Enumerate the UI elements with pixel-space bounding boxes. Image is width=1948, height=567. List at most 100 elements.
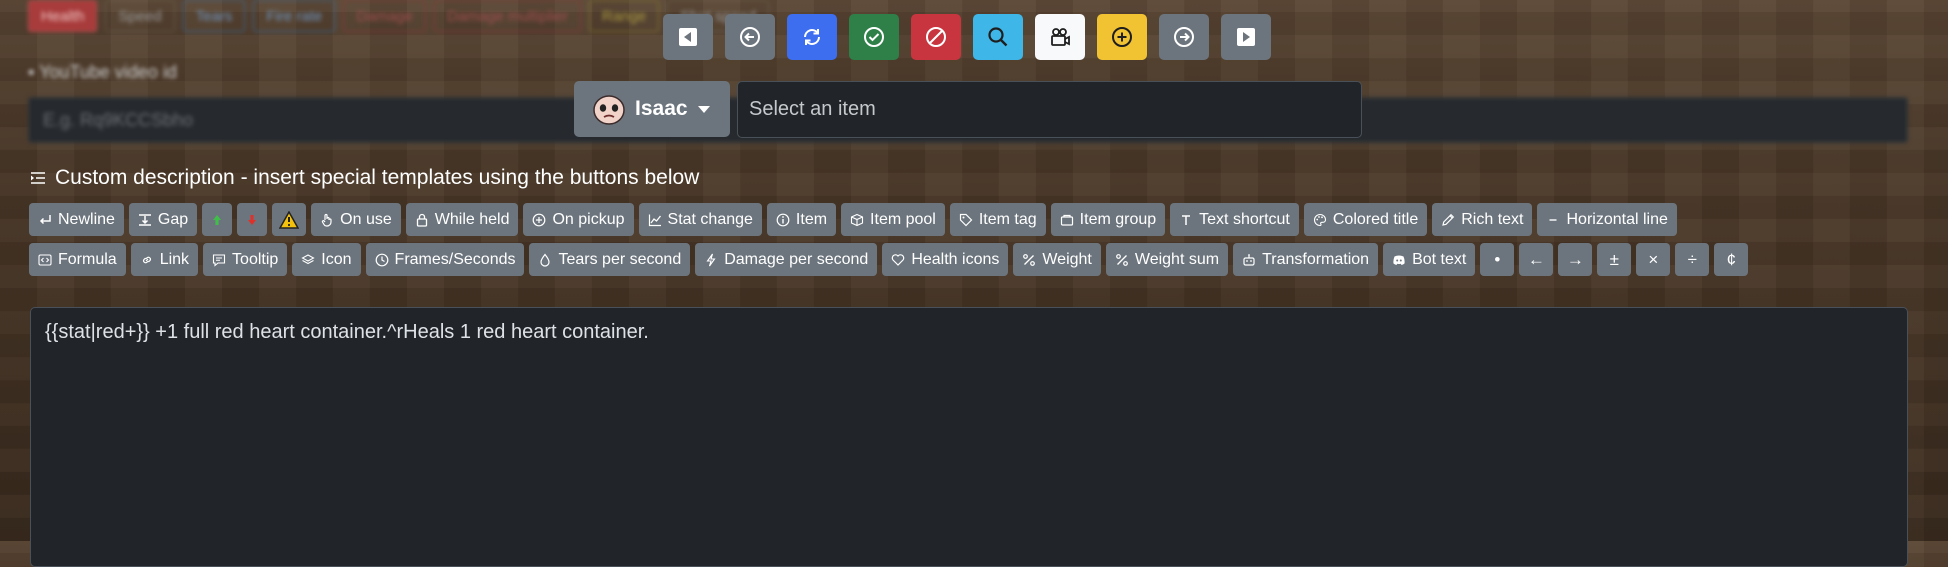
gap-icon — [138, 213, 152, 227]
formula-label: Formula — [58, 250, 117, 268]
item-group-button[interactable]: Item group — [1050, 203, 1166, 236]
youtube-placeholder: E.g. Rq9KCCSbho — [43, 109, 194, 130]
stat-down-button[interactable] — [237, 203, 268, 236]
rich-text-label: Rich text — [1461, 210, 1524, 228]
newline-button[interactable]: Newline — [29, 203, 124, 236]
search-button[interactable] — [973, 14, 1023, 60]
stat-change-label: Stat change — [667, 210, 753, 228]
search-icon — [988, 27, 1008, 47]
last-item-button[interactable] — [1221, 14, 1271, 60]
bot-text-label: Bot text — [1412, 250, 1467, 268]
info-icon — [776, 213, 790, 227]
item-select-input[interactable]: Select an item — [737, 81, 1362, 138]
previous-item-button[interactable] — [725, 14, 775, 60]
heart-icon — [891, 253, 905, 267]
rich-text-button[interactable]: Rich text — [1432, 203, 1533, 236]
item-label: Item — [795, 210, 828, 228]
t-icon — [1179, 213, 1193, 227]
skip-back-icon — [679, 28, 697, 46]
bullet-symbol-button[interactable]: • — [1480, 243, 1515, 276]
first-item-button[interactable] — [663, 14, 713, 60]
item-pool-button[interactable]: Item pool — [841, 203, 945, 236]
tooltip-button[interactable]: Tooltip — [203, 243, 288, 276]
discord-icon — [1392, 253, 1406, 267]
youtube-label-text: YouTube video id — [39, 62, 177, 82]
arrow-left-circle-icon — [740, 27, 760, 47]
bg-tag: Damage multiplier — [433, 0, 581, 32]
weight-sum-label: Weight sum — [1134, 250, 1220, 268]
palette-icon — [1313, 213, 1327, 227]
bg-tag: Speed — [105, 0, 175, 32]
description-textarea[interactable]: {{stat|red+}} +1 full red heart containe… — [30, 307, 1908, 567]
health-icons-button[interactable]: Health icons — [882, 243, 1009, 276]
weight-sum-button[interactable]: Weight sum — [1105, 243, 1229, 276]
on-pickup-button[interactable]: On pickup — [523, 203, 634, 236]
item-pool-label: Item pool — [870, 210, 936, 228]
bg-tag: Range — [588, 0, 660, 32]
cent-symbol-button[interactable]: ¢ — [1714, 243, 1749, 276]
text-shortcut-label: Text shortcut — [1199, 210, 1290, 228]
video-button[interactable] — [1035, 14, 1085, 60]
damage-per-second-button[interactable]: Damage per second — [695, 243, 878, 276]
horizontal-line-button[interactable]: Horizontal line — [1537, 203, 1677, 236]
icon-button[interactable]: Icon — [292, 243, 361, 276]
newline-icon — [38, 213, 52, 227]
text-indent-icon — [31, 172, 45, 184]
plus-circle-icon — [532, 213, 546, 227]
divide-symbol-button[interactable]: ÷ — [1675, 243, 1710, 276]
bg-tag: Health — [28, 0, 98, 32]
weight-button[interactable]: Weight — [1013, 243, 1101, 276]
reload-button[interactable] — [787, 14, 837, 60]
bg-tag: Damage — [343, 0, 426, 32]
hand-icon — [320, 213, 334, 227]
check-circle-icon — [864, 27, 884, 47]
folder-icon — [1060, 213, 1074, 227]
horizontal-line-label: Horizontal line — [1566, 210, 1668, 228]
link-button[interactable]: Link — [130, 243, 199, 276]
code-icon — [38, 253, 52, 267]
text-shortcut-button[interactable]: Text shortcut — [1170, 203, 1299, 236]
item-button[interactable]: Item — [766, 203, 837, 236]
box-icon — [850, 213, 864, 227]
chat-icon — [212, 253, 226, 267]
item-tag-button[interactable]: Item tag — [949, 203, 1046, 236]
colored-title-button[interactable]: Colored title — [1303, 203, 1428, 236]
template-buttons-row-2: Formula Link Tooltip Icon Frames/Seconds… — [29, 243, 1749, 276]
frames-seconds-button[interactable]: Frames/Seconds — [365, 243, 525, 276]
icon-label: Icon — [321, 250, 352, 268]
transformation-button[interactable]: Transformation — [1233, 243, 1379, 276]
plus-minus-symbol-button[interactable]: ± — [1597, 243, 1632, 276]
isaac-face-icon — [593, 95, 625, 125]
link-label: Link — [159, 250, 190, 268]
gap-button[interactable]: Gap — [128, 203, 198, 236]
approve-button[interactable] — [849, 14, 899, 60]
arrow-up-green-icon — [210, 213, 224, 227]
clock-icon — [375, 253, 389, 267]
while-held-button[interactable]: While held — [405, 203, 519, 236]
tag-icon — [959, 213, 973, 227]
arrow-left-symbol-button[interactable]: ← — [1519, 243, 1554, 276]
reject-button[interactable] — [911, 14, 961, 60]
on-pickup-label: On pickup — [552, 210, 625, 228]
graph-icon — [648, 213, 662, 227]
camera-reels-icon — [1051, 28, 1070, 46]
stat-up-button[interactable] — [202, 203, 233, 236]
bot-text-button[interactable]: Bot text — [1383, 243, 1476, 276]
percent-icon — [1022, 253, 1036, 267]
warning-button[interactable] — [272, 203, 307, 236]
add-button[interactable] — [1097, 14, 1147, 60]
bg-tag: Tears — [182, 0, 246, 32]
tooltip-label: Tooltip — [232, 250, 279, 268]
multiply-symbol-button[interactable]: × — [1636, 243, 1671, 276]
tears-per-second-button[interactable]: Tears per second — [529, 243, 691, 276]
character-dropdown[interactable]: Isaac — [574, 81, 730, 137]
transformation-label: Transformation — [1262, 250, 1370, 268]
arrow-right-symbol-button[interactable]: → — [1558, 243, 1593, 276]
on-use-button[interactable]: On use — [311, 203, 401, 236]
description-header: Custom description - insert special temp… — [30, 166, 699, 190]
tears-per-second-label: Tears per second — [558, 250, 682, 268]
formula-button[interactable]: Formula — [29, 243, 126, 276]
next-item-button[interactable] — [1159, 14, 1209, 60]
robot-icon — [1242, 253, 1256, 267]
stat-change-button[interactable]: Stat change — [638, 203, 762, 236]
